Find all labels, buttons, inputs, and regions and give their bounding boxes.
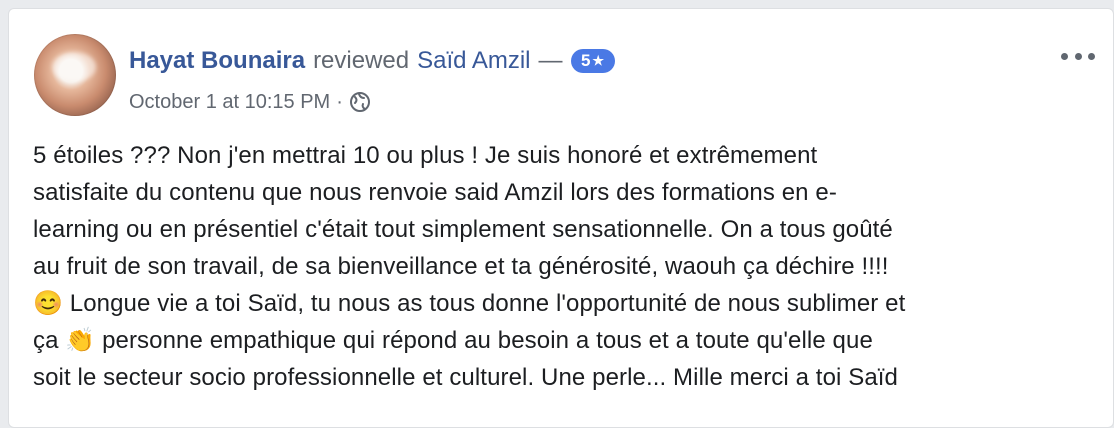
- review-line: ça 👏 personne empathique qui répond au b…: [33, 327, 873, 354]
- rating-value: 5: [580, 51, 591, 70]
- review-line: soit le secteur socio professionnelle et…: [33, 364, 898, 391]
- globe-icon[interactable]: [349, 91, 371, 113]
- action-text: reviewed: [313, 47, 410, 74]
- review-line: satisfaite du contenu que nous renvoie s…: [33, 179, 837, 206]
- meta-dot: ·: [336, 90, 343, 113]
- review-line: 😊 Longue vie a toi Saïd, tu nous as tous…: [33, 290, 906, 317]
- dash-separator: —: [538, 47, 563, 74]
- more-dot: [1088, 52, 1095, 60]
- timestamp-link[interactable]: October 1 at 10:15 PM: [129, 91, 330, 114]
- more-dot: [1074, 52, 1082, 60]
- rating-badge: 5 ★: [570, 49, 615, 73]
- star-icon: ★: [592, 53, 605, 68]
- more-options-icon[interactable]: [1061, 45, 1095, 67]
- review-line: 5 étoiles ??? Non j'en mettrai 10 ou plu…: [33, 142, 818, 169]
- review-line: au fruit de son travail, de sa bienveill…: [33, 253, 889, 280]
- post-meta: October 1 at 10:15 PM ·: [129, 89, 371, 115]
- more-dot: [1061, 52, 1068, 60]
- author-avatar[interactable]: [34, 34, 116, 116]
- post-header: Hayat Bounaira reviewed Saïd Amzil — 5 ★: [129, 45, 615, 77]
- review-post-card: Hayat Bounaira reviewed Saïd Amzil — 5 ★…: [8, 8, 1114, 428]
- page-name-link[interactable]: Saïd Amzil: [417, 47, 530, 75]
- review-text: 5 étoiles ??? Non j'en mettrai 10 ou plu…: [33, 137, 1093, 396]
- author-name-link[interactable]: Hayat Bounaira: [129, 47, 305, 75]
- review-line: learning ou en présentiel c'était tout s…: [33, 216, 893, 243]
